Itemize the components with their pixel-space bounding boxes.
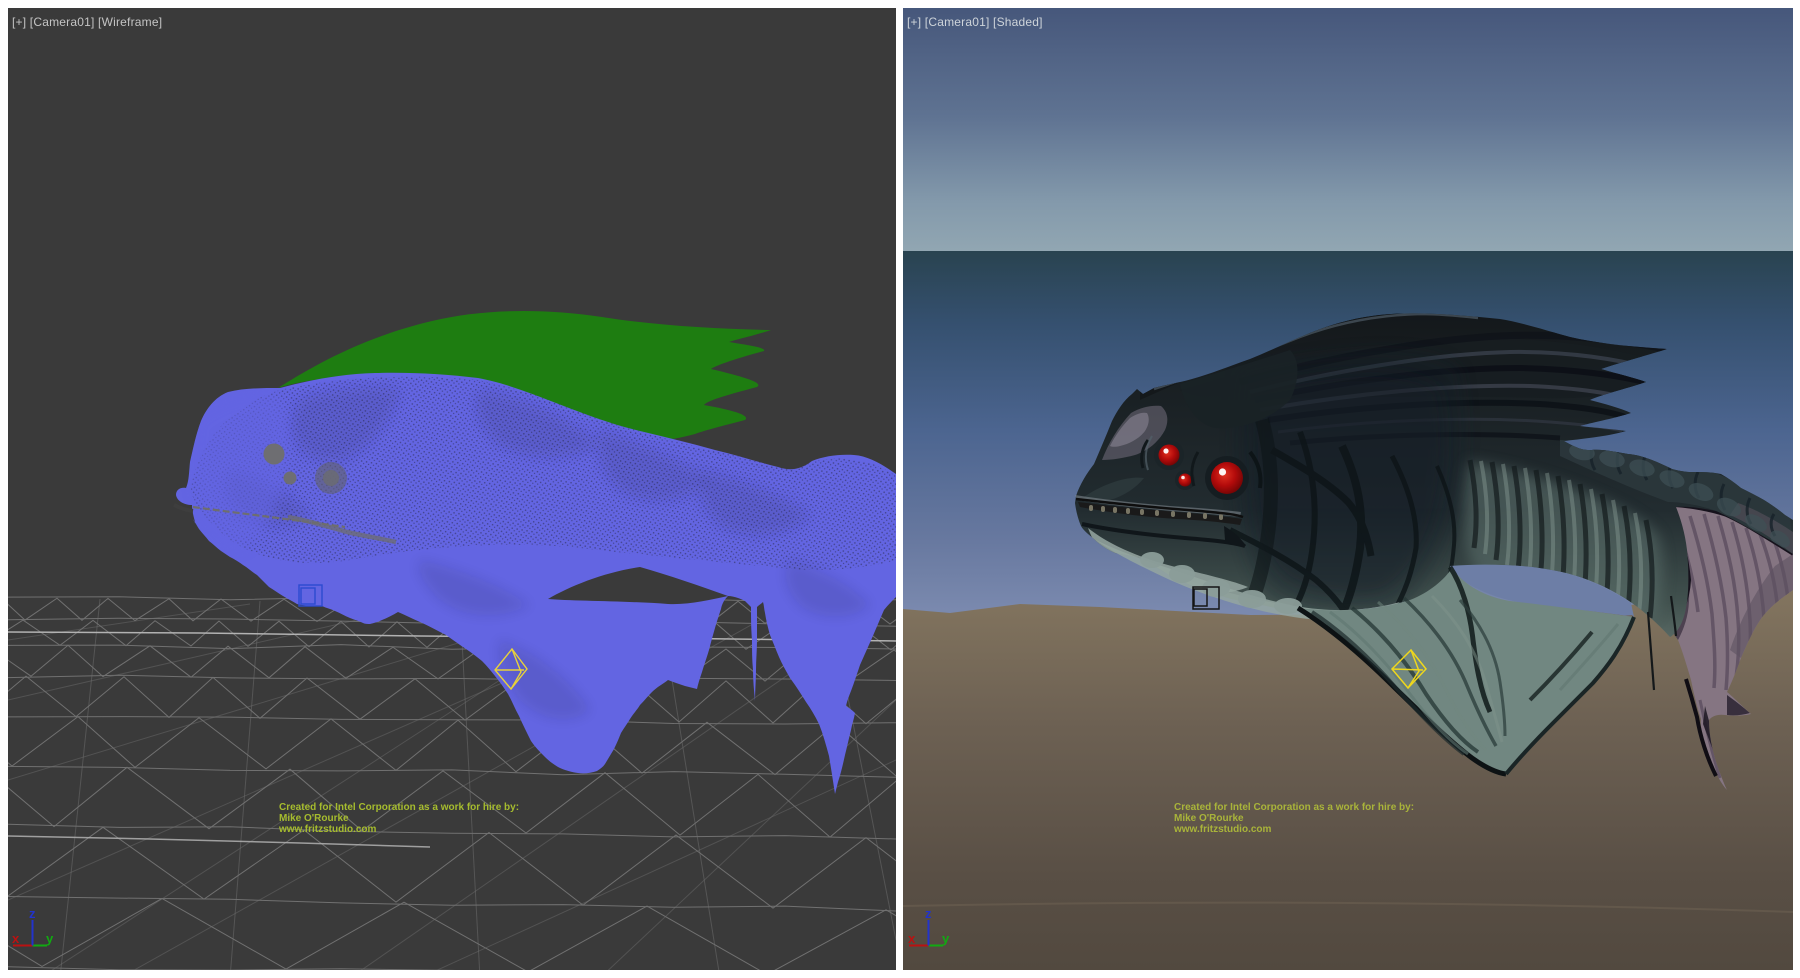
svg-text:x: x xyxy=(12,931,20,946)
svg-text:www.fritzstudio.com: www.fritzstudio.com xyxy=(1173,824,1272,835)
svg-text:Created for Intel Corporation: Created for Intel Corporation as a work … xyxy=(1174,802,1414,813)
svg-text:www.fritzstudio.com: www.fritzstudio.com xyxy=(278,824,377,835)
svg-text:z: z xyxy=(29,906,36,921)
svg-text:x: x xyxy=(908,931,916,946)
svg-text:Mike O'Rourke: Mike O'Rourke xyxy=(279,813,349,824)
svg-text:Mike O'Rourke: Mike O'Rourke xyxy=(1174,813,1244,824)
svg-text:y: y xyxy=(46,931,54,946)
svg-text:z: z xyxy=(925,906,932,921)
svg-text:y: y xyxy=(942,931,950,946)
svg-text:Created for Intel Corporation: Created for Intel Corporation as a work … xyxy=(279,802,519,813)
